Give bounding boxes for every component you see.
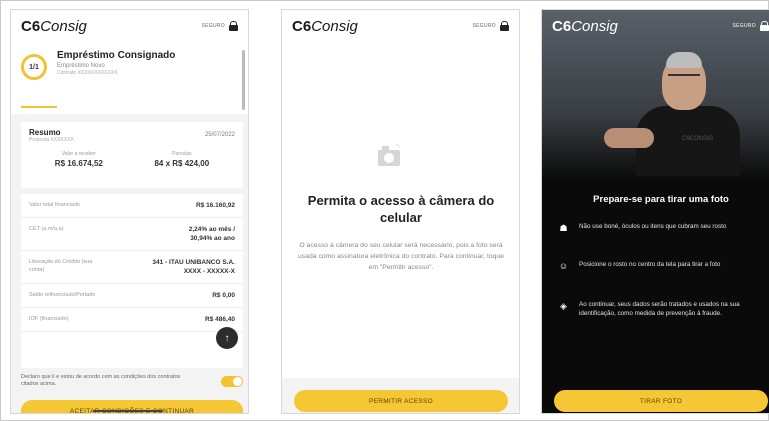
- shield-icon: ◈: [560, 301, 567, 311]
- top-bar: C6Consig SEGURO: [282, 10, 519, 42]
- allow-access-button[interactable]: PERMITIR ACESSO: [294, 390, 508, 412]
- hat-icon: ☗: [559, 223, 568, 233]
- receive-label: Valor a receber: [61, 151, 96, 157]
- person-glasses: [668, 74, 700, 80]
- signal-icon: ◝: [396, 142, 400, 152]
- loan-subtitle: Empréstimo Novo: [57, 63, 105, 69]
- prepare-title: Prepare-se para tirar uma foto: [593, 194, 729, 205]
- progress-bar: [21, 106, 57, 108]
- secure-label: SEGURO: [732, 23, 756, 29]
- detail-value: R$ 486,40: [205, 316, 235, 323]
- home-indicator: [93, 410, 163, 412]
- detail-row: Liberação do Crédito (sua conta) 341 - I…: [21, 251, 243, 284]
- detail-row: IOF (financiado) R$ 486,40: [21, 308, 243, 332]
- permission-title: Permita o acesso à câmera do celular: [307, 193, 495, 225]
- secure-indicator: SEGURO: [473, 21, 509, 31]
- detail-label: CET (a.m/a.a): [29, 226, 64, 232]
- top-bar: C6Consig SEGURO: [542, 10, 769, 42]
- summary-title: Resumo: [29, 128, 61, 137]
- detail-value: R$ 0,00: [212, 292, 235, 299]
- detail-value: 341 - ITAU UNIBANCO S.A. XXXX - XXXXX-X: [152, 259, 235, 275]
- secure-indicator: SEGURO: [202, 21, 238, 31]
- detail-value: R$ 16.160,92: [195, 202, 235, 209]
- person-hair: [666, 52, 702, 68]
- detail-value: 2,24% ao mês / 30,94% ao ano: [188, 226, 235, 242]
- loan-info: Empréstimo Consignado Empréstimo Novo Co…: [57, 50, 175, 106]
- tip-text: Ao continuar, seus dados serão tratados …: [579, 301, 740, 317]
- detail-row: Saldo refinanciado/Portado R$ 0,00: [21, 284, 243, 308]
- detail-row: Valor total financiado R$ 16.160,92: [21, 194, 243, 218]
- contract-number: Contrato XXXXXXXXXXXX: [57, 70, 118, 76]
- agreement-text: Declaro que li e estou de acordo com as …: [21, 374, 181, 387]
- detail-row: CET (a.m/a.a) 2,24% ao mês / 30,94% ao a…: [21, 218, 243, 251]
- c6-consig-logo: C6Consig: [292, 17, 358, 35]
- tip-item: ◈ Ao continuar, seus dados serão tratado…: [558, 300, 768, 318]
- lock-icon: [229, 21, 238, 31]
- scroll-top-button[interactable]: ↑: [216, 327, 238, 349]
- arrow-up-icon: ↑: [224, 332, 230, 344]
- detail-label: Liberação do Crédito (sua conta): [29, 259, 93, 273]
- detail-label: Valor total financiado: [29, 202, 80, 208]
- detail-label: IOF (financiado): [29, 316, 69, 322]
- scrollbar[interactable]: [242, 50, 245, 110]
- photo-prep-screen: C6CONSIG C6Consig SEGURO Prepare-se para…: [541, 9, 769, 414]
- camera-permission-screen: C6Consig SEGURO ◝ Permita o acesso à câm…: [281, 9, 520, 414]
- step-indicator: 1/1: [21, 54, 47, 80]
- face-icon: ☺: [558, 261, 569, 271]
- installments-label: Parcelas: [172, 151, 192, 157]
- secure-label: SEGURO: [201, 23, 225, 29]
- loan-header: 1/1 Empréstimo Consignado Empréstimo Nov…: [11, 42, 248, 114]
- agreement-toggle[interactable]: [221, 375, 243, 387]
- loan-summary-screen: C6Consig SEGURO 1/1 Empréstimo Consignad…: [10, 9, 249, 414]
- tip-item: ☗ Não use boné, óculos ou itens que cubr…: [558, 222, 768, 234]
- person-arm: [604, 128, 654, 148]
- tip-item: ☺ Posicione o rosto no centro da tela pa…: [558, 260, 768, 272]
- summary-date: 25/07/2022: [204, 132, 235, 138]
- agreement: Declaro que li e estou de acordo com as …: [21, 374, 243, 388]
- lock-icon: [760, 21, 769, 31]
- secure-label: SEGURO: [472, 23, 496, 29]
- installments-block: Parcelas 84 x R$ 424,00: [154, 151, 209, 168]
- installments-value: 84 x R$ 424,00: [154, 159, 210, 168]
- tip-text: Posicione o rosto no centro da tela para…: [579, 261, 721, 268]
- permission-text: O acesso à câmera do seu celular será ne…: [298, 242, 504, 271]
- proposal-number: Proposta XXXXXXX: [29, 137, 74, 143]
- top-bar: C6Consig SEGURO: [11, 10, 248, 42]
- c6-consig-logo: C6Consig: [552, 17, 618, 35]
- secure-indicator: SEGURO: [733, 21, 769, 31]
- c6-consig-logo: C6Consig: [21, 17, 87, 35]
- screenshot-frame: C6Consig SEGURO 1/1 Empréstimo Consignad…: [0, 0, 769, 421]
- detail-label: Saldo refinanciado/Portado: [29, 292, 96, 298]
- loan-title: Empréstimo Consignado: [57, 50, 176, 61]
- take-photo-button[interactable]: TIRAR FOTO: [554, 390, 768, 412]
- receive-value: R$ 16.674,52: [54, 159, 103, 168]
- lock-icon: [500, 21, 509, 31]
- shirt-logo: C6CONSIG: [682, 136, 714, 142]
- details-card: Valor total financiado R$ 16.160,92 CET …: [21, 194, 243, 368]
- tip-text: Não use boné, óculos ou itens que cubram…: [579, 223, 727, 230]
- receive-block: Valor a receber R$ 16.674,52: [55, 151, 103, 168]
- summary-card: Resumo Proposta XXXXXXX 25/07/2022 Valor…: [21, 122, 243, 188]
